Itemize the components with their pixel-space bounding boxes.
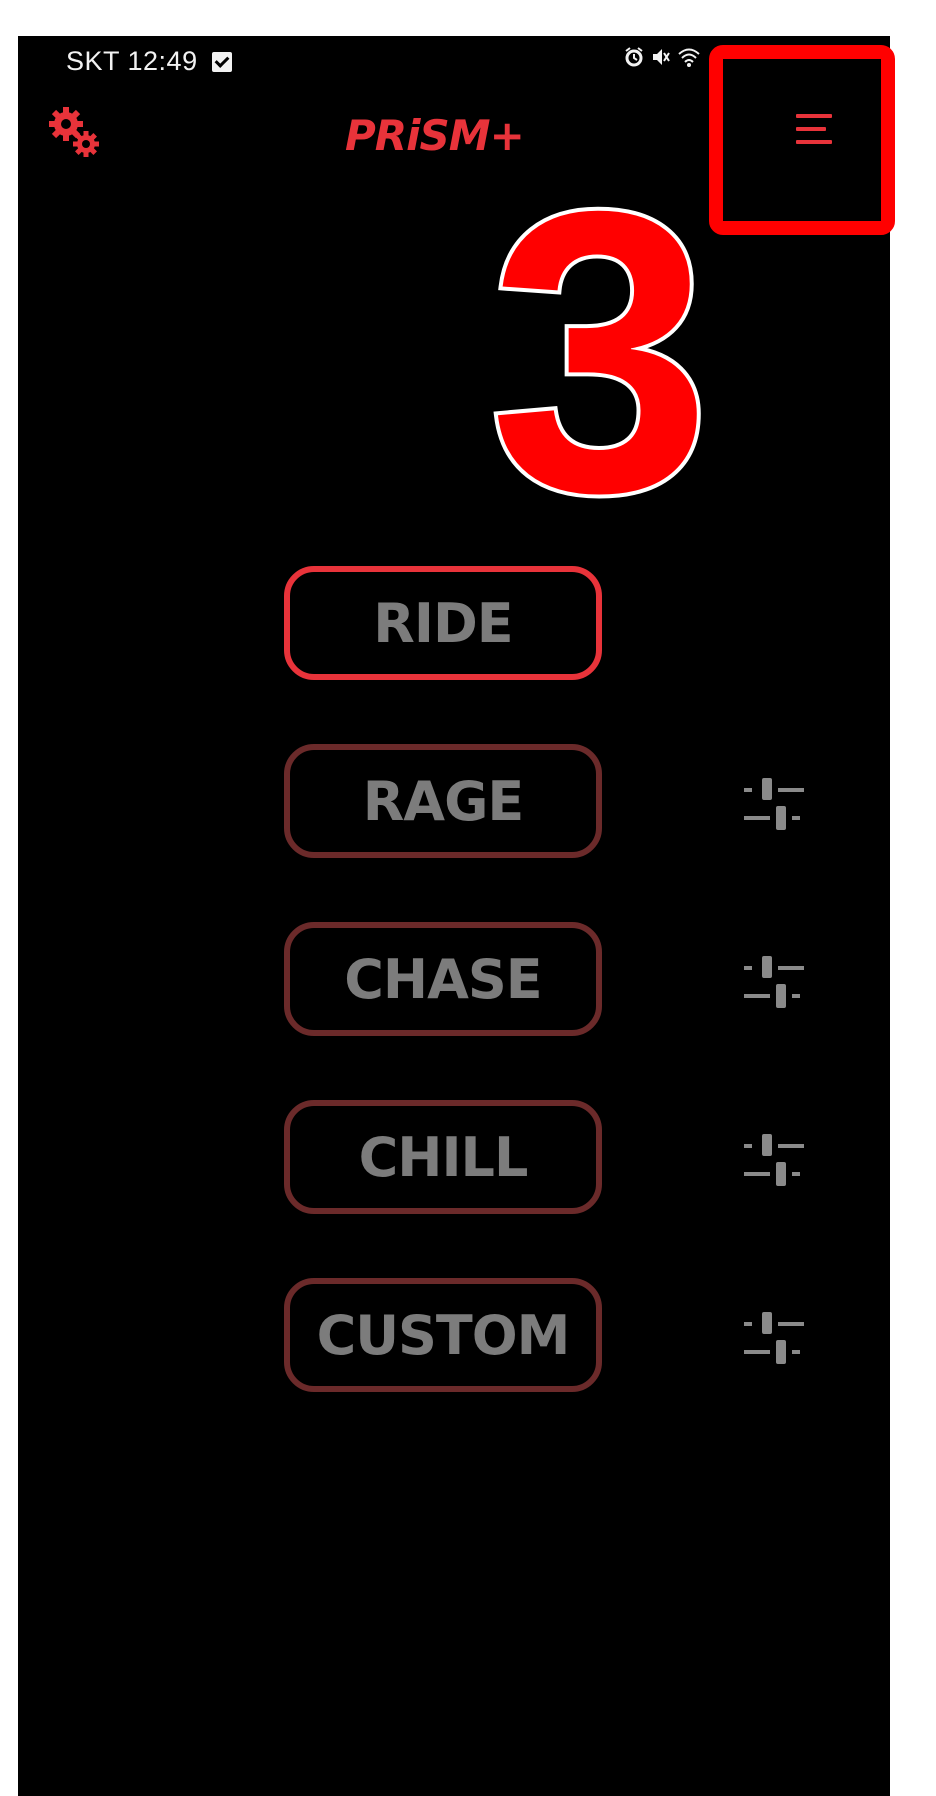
gears-icon[interactable] [46,104,106,164]
carrier-time: SKT 12:49 [66,46,198,76]
wifi-icon [678,48,700,67]
ride-button[interactable]: RIDE [284,566,602,680]
chill-button[interactable]: CHILL [284,1100,602,1214]
rage-settings-sliders-icon[interactable] [740,778,806,834]
hamburger-menu-icon[interactable] [796,114,846,154]
status-icons [623,46,701,68]
mode-row-chase: CHASE [18,922,890,1044]
mode-row-rage: RAGE [18,744,890,866]
app-header: PRiSM+ [18,96,890,186]
custom-settings-sliders-icon[interactable] [740,1312,806,1368]
chase-button[interactable]: CHASE [284,922,602,1036]
chill-settings-sliders-icon[interactable] [740,1134,806,1190]
svg-text:PRiSM+: PRiSM+ [345,111,524,160]
custom-button[interactable]: CUSTOM [284,1278,602,1392]
app-screen: SKT 12:49 PRiSM+ RIDE RAGE CHASE CHILL C… [18,36,890,1796]
alarm-icon [625,47,643,67]
mode-row-chill: CHILL [18,1100,890,1222]
mute-icon [653,49,670,65]
status-bar: SKT 12:49 [18,36,890,92]
checkbox-notification-icon [211,51,232,72]
mode-row-custom: CUSTOM [18,1278,890,1400]
status-left: SKT 12:49 [66,46,232,77]
rage-button[interactable]: RAGE [284,744,602,858]
chase-settings-sliders-icon[interactable] [740,956,806,1012]
mode-row-ride: RIDE [18,566,890,688]
prism-logo: PRiSM+ [345,111,525,160]
